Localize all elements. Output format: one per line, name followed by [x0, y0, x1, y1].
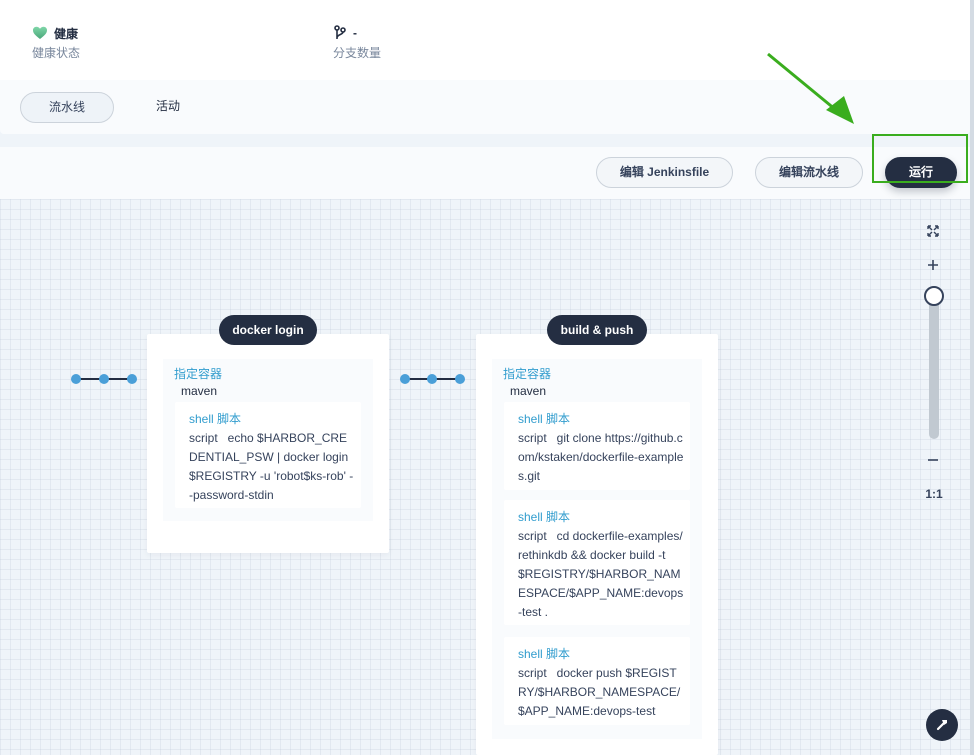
annotation-arrow-icon — [767, 52, 854, 124]
zoom-out-icon[interactable] — [925, 452, 941, 468]
zoom-slider-track[interactable] — [929, 296, 939, 439]
page-scrollbar[interactable] — [970, 0, 974, 755]
step-title: shell 脚本 — [518, 647, 571, 661]
connector-dot — [99, 374, 109, 384]
connector-dot — [455, 374, 465, 384]
pipeline-tabs: 流水线 活动 — [20, 92, 192, 123]
stage-title[interactable]: build & push — [547, 315, 647, 345]
connector-dot — [71, 374, 81, 384]
container-label: 指定容器 — [174, 367, 223, 381]
edit-pipeline-button[interactable]: 编辑流水线 — [755, 157, 863, 188]
tools-button[interactable] — [926, 709, 958, 741]
run-highlight-box — [872, 134, 968, 183]
connector-dot — [427, 374, 437, 384]
stage-card-docker-login[interactable]: 指定容器 maven shell 脚本 script echo $HARBOR_C… — [147, 334, 389, 553]
container-box: 指定容器 maven shell 脚本 script git clone http… — [492, 359, 702, 739]
stage-title[interactable]: docker login — [219, 315, 317, 345]
pipeline-toolbar: 编辑 Jenkinsfile 编辑流水线 运行 — [0, 147, 970, 199]
connector-dot — [400, 374, 410, 384]
step-card[interactable]: shell 脚本 script docker push $REGISTRY/$HA… — [504, 637, 690, 725]
branch-value: - — [353, 26, 357, 40]
step-card[interactable]: shell 脚本 script cd dockerfile-examples/re… — [504, 500, 690, 625]
tab-pipeline[interactable]: 流水线 — [20, 92, 115, 123]
heart-icon — [33, 26, 47, 39]
step-key: script — [518, 666, 547, 680]
container-name: maven — [181, 384, 218, 398]
connector-dot — [127, 374, 137, 384]
step-title: shell 脚本 — [518, 412, 571, 426]
health-value: 健康 — [54, 26, 79, 41]
stage-card-build-push[interactable]: 指定容器 maven shell 脚本 script git clone http… — [476, 334, 718, 755]
step-key: script — [518, 529, 547, 543]
step-card[interactable]: shell 脚本 script git clone https://github.… — [504, 402, 690, 490]
step-card[interactable]: shell 脚本 script echo $HARBOR_CREDENTIAL_P… — [175, 402, 361, 508]
container-name: maven — [510, 384, 547, 398]
edit-jenkinsfile-button[interactable]: 编辑 Jenkinsfile — [596, 157, 733, 188]
branch-label: 分支数量 — [333, 46, 382, 60]
step-key: script — [189, 431, 218, 445]
container-box: 指定容器 maven shell 脚本 script echo $HARBOR_C… — [163, 359, 373, 521]
step-key: script — [518, 431, 547, 445]
tab-activity[interactable]: 活动 — [144, 92, 192, 123]
step-title: shell 脚本 — [518, 510, 571, 524]
health-status: 健康 健康状态 — [32, 24, 80, 61]
hammer-icon — [936, 720, 947, 731]
zoom-reset-button[interactable]: 1:1 — [920, 487, 948, 501]
health-label: 健康状态 — [32, 46, 81, 60]
fullscreen-icon[interactable] — [925, 223, 941, 239]
zoom-in-icon[interactable] — [925, 257, 941, 273]
zoom-slider-handle[interactable] — [924, 286, 944, 306]
container-label: 指定容器 — [503, 367, 552, 381]
branch-count: - 分支数量 — [333, 24, 381, 61]
step-title: shell 脚本 — [189, 412, 242, 426]
branch-icon — [334, 25, 346, 39]
